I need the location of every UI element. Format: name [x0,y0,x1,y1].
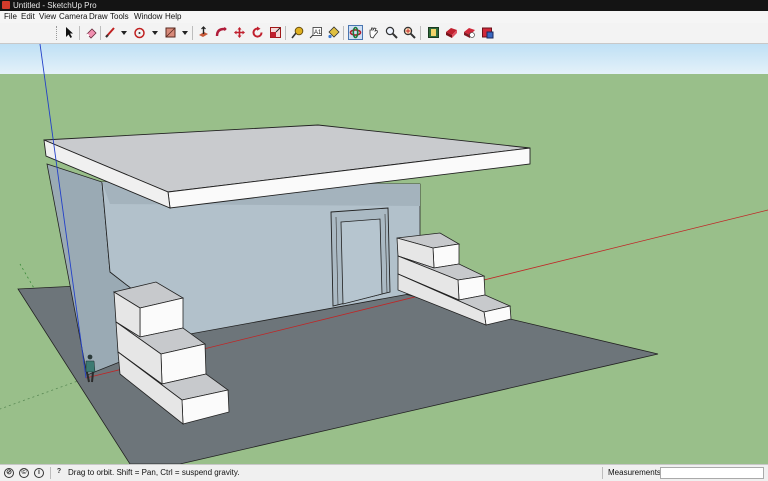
scale-tool-button[interactable] [268,25,283,40]
arc-dropdown-arrow[interactable] [152,31,158,35]
menu-edit[interactable]: Edit [21,11,35,23]
paint-bucket-icon [328,26,340,39]
arc-icon [134,27,145,39]
shape-dropdown-arrow[interactable] [182,31,188,35]
menu-camera[interactable]: Camera [59,11,87,23]
extension-warehouse-button[interactable] [480,25,495,40]
rotate-tool-button[interactable] [250,25,265,40]
toolbar-separator [100,26,101,40]
status-separator [602,467,603,479]
line-icon [105,27,115,38]
measurements-input[interactable] [660,467,764,479]
tape-measure-icon [291,26,304,39]
follow-me-tool-button[interactable] [214,25,229,40]
arc-tool-button[interactable] [132,25,147,40]
sketchup-app-icon [2,1,10,9]
get-models-button[interactable] [462,25,477,40]
move-tool-button[interactable] [232,25,247,40]
toolbar-separator [343,26,344,40]
pan-tool-button[interactable] [366,25,381,40]
geo-location-icon[interactable]: ⊘ [4,468,14,478]
toolbar-separator [420,26,421,40]
status-bar: ⊘ © i ? Drag to orbit. Shift = Pan, Ctrl… [0,464,768,481]
toolbar-grip[interactable] [56,26,60,40]
credits-icon[interactable]: © [19,468,29,478]
menu-help[interactable]: Help [165,11,181,23]
orbit-tool-button[interactable] [348,25,363,40]
orbit-icon [349,26,362,39]
menu-window[interactable]: Window [134,11,162,23]
shape-icon [165,27,176,38]
push-pull-tool-button[interactable] [196,25,211,40]
line-tool-button[interactable] [103,25,118,40]
3d-warehouse-icon [428,27,439,38]
door-opening [340,218,383,305]
zoom-extents-tool-button[interactable] [402,25,417,40]
select-tool-button[interactable] [62,25,77,40]
tape-measure-tool-button[interactable] [290,25,305,40]
measurements-label: Measurements [608,468,661,477]
share-model-icon [446,28,457,38]
toolbar-separator [79,26,80,40]
toolbar-separator [192,26,193,40]
zoom-extents-icon [403,26,416,39]
status-separator [50,467,51,479]
instructor-info-icon[interactable]: i [34,468,44,478]
select-icon [66,27,73,38]
paint-bucket-tool-button[interactable] [326,25,341,40]
toolbar-separator [285,26,286,40]
shape-tool-button[interactable] [163,25,178,40]
help-question-icon[interactable]: ? [54,468,64,478]
menu-file[interactable]: File [4,11,17,23]
rotate-icon [252,26,263,38]
status-hint-text: Drag to orbit. Shift = Pan, Ctrl = suspe… [68,468,240,477]
move-icon [234,27,245,38]
title-bar: Untitled - SketchUp Pro [0,0,768,11]
sky [0,44,768,74]
drawing-viewport[interactable] [0,44,768,464]
menu-draw[interactable]: Draw [89,11,108,23]
text-tool-button[interactable]: A1 [308,25,323,40]
scale-icon [270,27,281,38]
text-icon: A1 [309,27,322,39]
extension-warehouse-icon [482,27,494,39]
3d-warehouse-button[interactable] [426,25,441,40]
eraser-icon [86,28,97,39]
eraser-tool-button[interactable] [84,25,99,40]
line-dropdown-arrow[interactable] [121,31,127,35]
follow-me-icon [215,27,227,37]
model-scene[interactable] [0,44,768,464]
share-model-button[interactable] [444,25,459,40]
window-title: Untitled - SketchUp Pro [13,1,97,10]
pan-icon [369,27,378,39]
menu-view[interactable]: View [39,11,56,23]
toolbar: A1 [0,23,768,44]
get-models-icon [464,28,475,38]
menu-tools[interactable]: Tools [110,11,129,23]
svg-text:A1: A1 [314,30,322,36]
push-pull-icon [199,26,208,37]
zoom-tool-button[interactable] [384,25,399,40]
zoom-icon [385,26,398,39]
